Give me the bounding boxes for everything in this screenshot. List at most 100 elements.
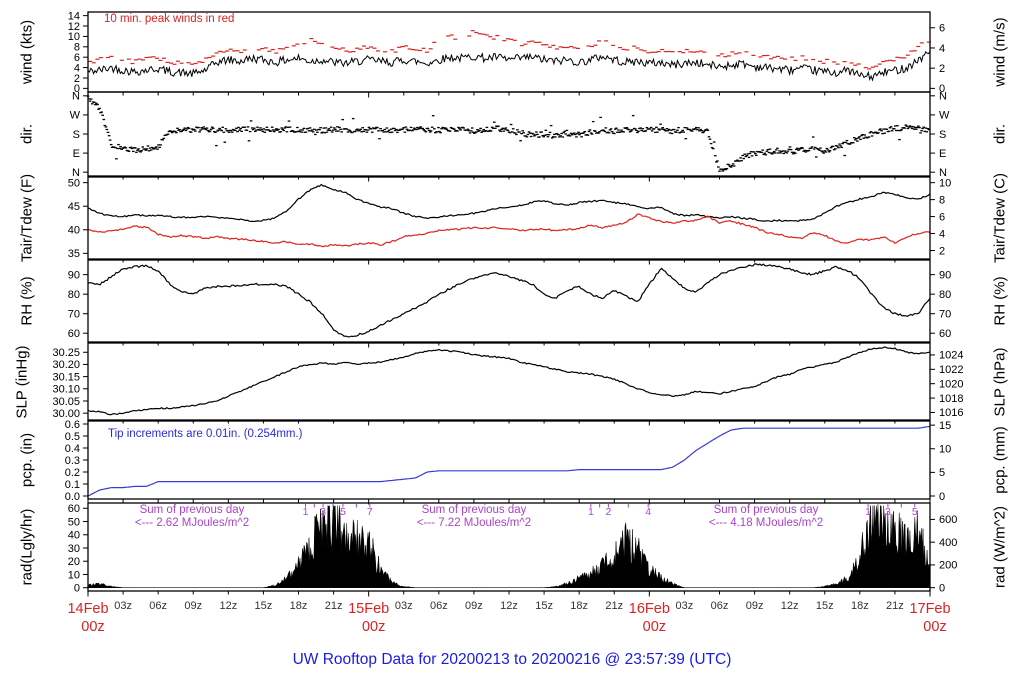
weather-strip-chart: 0 2 4 6 8 10 12 14 0 2 4 6 N E S W N N E S W N 35 40 45 50 2 4 6 8 10 6… bbox=[0, 0, 1024, 700]
svg-text:0: 0 bbox=[939, 582, 945, 594]
panel-dir: NESWNNESWN bbox=[70, 91, 950, 182]
svg-text:18z: 18z bbox=[290, 600, 308, 612]
svg-text:4: 4 bbox=[939, 43, 945, 55]
y-axis-label-dir-right: dir. bbox=[991, 123, 1009, 145]
svg-text:90: 90 bbox=[939, 269, 951, 281]
svg-text:60: 60 bbox=[68, 328, 80, 340]
y-axis-label-rad-left: rad(Lgly/hr) bbox=[18, 508, 36, 586]
svg-text:03z: 03z bbox=[395, 600, 413, 612]
svg-text:1024: 1024 bbox=[939, 350, 963, 362]
svg-text:70: 70 bbox=[68, 308, 80, 320]
svg-text:40: 40 bbox=[68, 225, 80, 237]
svg-text:1: 1 bbox=[588, 506, 594, 518]
svg-text:03z: 03z bbox=[114, 600, 132, 612]
y-axis-label-temp-right: Tair/Tdew (C) bbox=[991, 172, 1009, 264]
y-axis-label-temp-left: Tair/Tdew (F) bbox=[18, 173, 36, 263]
y-axis-label-rad-right: rad (W/m^2) bbox=[991, 505, 1009, 589]
y-axis-label-wind-left: wind (kts) bbox=[18, 19, 36, 85]
rad-sum-line1: Sum of previous day bbox=[139, 504, 245, 516]
svg-text:2: 2 bbox=[939, 245, 945, 257]
rad-sum-note-day3: Sum of previous day <--- 4.18 MJoules/m^… bbox=[709, 504, 823, 530]
svg-text:14: 14 bbox=[68, 10, 80, 22]
svg-text:12z: 12z bbox=[781, 600, 799, 612]
svg-text:12z: 12z bbox=[500, 600, 518, 612]
svg-text:5: 5 bbox=[912, 506, 918, 518]
svg-text:90: 90 bbox=[68, 269, 80, 281]
svg-text:10: 10 bbox=[68, 31, 80, 43]
svg-text:1020: 1020 bbox=[939, 378, 963, 390]
y-axis-label-slp-right: SLP (hPa) bbox=[991, 347, 1009, 417]
rad-sum-line2: <--- 2.62 MJoules/m^2 bbox=[134, 517, 250, 529]
svg-text:15z: 15z bbox=[816, 600, 834, 612]
svg-text:W: W bbox=[70, 110, 81, 122]
svg-text:40: 40 bbox=[68, 530, 80, 542]
svg-text:10: 10 bbox=[939, 444, 951, 456]
svg-text:1016: 1016 bbox=[939, 407, 963, 419]
svg-text:30.25: 30.25 bbox=[52, 347, 80, 359]
svg-text:E: E bbox=[939, 148, 946, 160]
svg-text:200: 200 bbox=[939, 560, 957, 572]
svg-text:00z: 00z bbox=[81, 619, 104, 635]
svg-text:12z: 12z bbox=[219, 600, 237, 612]
svg-text:50: 50 bbox=[68, 177, 80, 189]
svg-text:1: 1 bbox=[865, 506, 871, 518]
svg-text:09z: 09z bbox=[746, 600, 764, 612]
y-axis-label-rh-left: RH (%) bbox=[18, 276, 36, 326]
svg-text:1022: 1022 bbox=[939, 364, 963, 376]
svg-text:0.5: 0.5 bbox=[65, 431, 80, 443]
svg-text:60: 60 bbox=[939, 328, 951, 340]
svg-text:17Feb: 17Feb bbox=[909, 601, 950, 617]
rad-sum-note-day2: Sum of previous day <--- 7.22 MJoules/m^… bbox=[417, 504, 531, 530]
svg-text:06z: 06z bbox=[711, 600, 729, 612]
svg-text:0.3: 0.3 bbox=[65, 455, 80, 467]
svg-text:W: W bbox=[939, 110, 950, 122]
rad-sum-note-day1: Sum of previous day <--- 2.62 MJoules/m^… bbox=[135, 504, 249, 530]
svg-text:0.2: 0.2 bbox=[65, 467, 80, 479]
svg-text:06z: 06z bbox=[430, 600, 448, 612]
y-axis-label-slp-left: SLP (inHg) bbox=[13, 345, 31, 419]
x-axis-labels: 03z 06z 09z 12z 15z 18z 21z 03z 06z 09z 12z 15z 18z 2… bbox=[67, 600, 950, 635]
svg-text:15z: 15z bbox=[535, 600, 553, 612]
svg-text:00z: 00z bbox=[362, 619, 385, 635]
svg-text:3: 3 bbox=[320, 506, 326, 518]
svg-text:0.1: 0.1 bbox=[65, 479, 80, 491]
svg-text:00z: 00z bbox=[643, 619, 666, 635]
svg-text:00z: 00z bbox=[923, 619, 946, 635]
svg-text:50: 50 bbox=[68, 516, 80, 528]
svg-text:15z: 15z bbox=[255, 600, 273, 612]
wind-peak-note: 10 min. peak winds in red bbox=[104, 13, 235, 25]
svg-text:30.15: 30.15 bbox=[52, 371, 80, 383]
svg-text:20: 20 bbox=[68, 556, 80, 568]
svg-text:10: 10 bbox=[68, 569, 80, 581]
rad-sum-line1: Sum of previous day bbox=[421, 504, 527, 516]
svg-text:03z: 03z bbox=[676, 600, 694, 612]
svg-text:60: 60 bbox=[68, 503, 80, 515]
svg-text:400: 400 bbox=[939, 537, 957, 549]
svg-text:15: 15 bbox=[939, 420, 951, 432]
pcp-tip-note: Tip increments are 0.01in. (0.254mm.) bbox=[108, 428, 303, 440]
svg-text:0: 0 bbox=[939, 491, 945, 503]
svg-text:4: 4 bbox=[74, 62, 80, 74]
svg-text:18z: 18z bbox=[851, 600, 869, 612]
svg-text:80: 80 bbox=[939, 289, 951, 301]
y-axis-label-pcp-left: pcp. (in) bbox=[18, 432, 36, 488]
y-axis-label-dir-left: dir. bbox=[18, 123, 36, 145]
svg-text:N: N bbox=[72, 91, 80, 103]
y-axis-label-pcp-right: pcp. (mm) bbox=[991, 426, 1009, 494]
svg-text:N: N bbox=[939, 91, 947, 103]
svg-text:45: 45 bbox=[68, 201, 80, 213]
svg-text:09z: 09z bbox=[465, 600, 483, 612]
svg-text:S: S bbox=[73, 129, 80, 141]
svg-text:3: 3 bbox=[885, 506, 891, 518]
svg-text:16Feb: 16Feb bbox=[629, 601, 670, 617]
svg-text:1018: 1018 bbox=[939, 393, 963, 405]
svg-text:5: 5 bbox=[340, 506, 346, 518]
svg-text:35: 35 bbox=[68, 248, 80, 260]
rad-sum-line1: Sum of previous day bbox=[713, 504, 819, 516]
svg-text:8: 8 bbox=[74, 42, 80, 54]
svg-text:4: 4 bbox=[939, 228, 945, 240]
svg-text:0.0: 0.0 bbox=[65, 491, 80, 503]
svg-text:30.05: 30.05 bbox=[52, 396, 80, 408]
svg-text:1: 1 bbox=[303, 506, 309, 518]
panel-slp: 30.0030.0530.1030.1530.2030.251016101810… bbox=[52, 342, 963, 426]
